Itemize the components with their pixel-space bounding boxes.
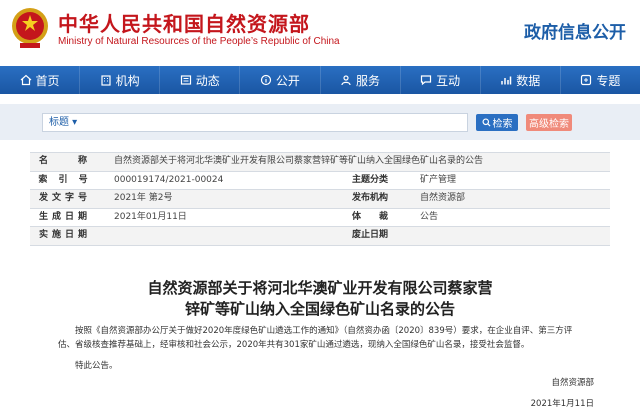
article-title-line: 锌矿等矿山纳入全国绿色矿山名录的公告 <box>184 300 455 318</box>
building-icon <box>100 74 112 86</box>
meta-key: 发文字号 <box>38 193 91 203</box>
nav-item-news[interactable]: 动态 <box>160 66 241 94</box>
meta-value <box>402 227 610 245</box>
nav-label: 数据 <box>516 73 541 88</box>
meta-key: 废止日期 <box>351 230 388 240</box>
meta-key: 主题分类 <box>351 174 388 185</box>
article-title: 自然资源部关于将河北华澳矿业开发有限公司蔡家营 锌矿等矿山纳入全国绿色矿山名录的… <box>20 278 620 320</box>
search-button[interactable]: 检索 <box>476 114 518 131</box>
meta-value: 2021年 第2号 <box>114 193 173 203</box>
search-icon <box>481 118 491 127</box>
nav-label: 公开 <box>275 73 300 88</box>
search-button-label: 检索 <box>492 119 513 130</box>
advanced-search-button[interactable]: 高级检索 <box>526 114 572 131</box>
nav-label: 服务 <box>356 73 381 88</box>
chart-icon <box>500 74 512 86</box>
meta-row-doc-number: 发文字号 2021年 第2号 发布机构 自然资源部 <box>30 190 610 209</box>
national-emblem-icon[interactable] <box>10 6 50 50</box>
meta-value <box>100 227 338 245</box>
meta-key: 实施日期 <box>38 230 91 240</box>
news-icon <box>180 74 192 86</box>
section-title[interactable]: 政府信息公开 <box>524 18 626 43</box>
meta-key: 生成日期 <box>38 211 91 222</box>
nav-item-home[interactable]: 首页 <box>0 66 81 94</box>
article-date: 2021年1月11日 <box>530 399 594 409</box>
meta-key: 索 引 号 <box>38 174 92 185</box>
article-body: 按照《自然资源部办公厅关于做好2020年度绿色矿山遴选工作的通知》（自然资办函〔… <box>58 326 573 350</box>
meta-row-generated: 生成日期 2021年01月11日 体 裁 公告 <box>30 209 610 227</box>
site-title-english: Ministry of Natural Resources of the Peo… <box>58 36 340 47</box>
meta-row-index: 索 引 号 000019174/2021-00024 主题分类 矿产管理 <box>30 172 610 190</box>
site-title[interactable]: 中华人民共和国自然资源部 <box>58 8 310 37</box>
meta-key: 体 裁 <box>351 211 388 222</box>
search-bar: 标题 ▾ 检索 高级检索 <box>0 104 640 140</box>
search-input[interactable] <box>113 115 463 130</box>
article-title-line: 自然资源部关于将河北华澳矿业开发有限公司蔡家营 <box>147 279 493 297</box>
home-icon <box>20 74 32 86</box>
nav-item-interaction[interactable]: 互动 <box>401 66 481 94</box>
nav-label: 机构 <box>115 73 140 88</box>
meta-row-name: 名 称 自然资源部关于将河北华澳矿业开发有限公司蔡家营锌矿等矿山纳入全国绿色矿山… <box>30 153 610 172</box>
article-signature: 自然资源部 <box>551 378 594 388</box>
info-icon <box>260 74 272 86</box>
chat-icon <box>420 74 432 86</box>
search-box: 标题 ▾ <box>42 113 468 132</box>
meta-value: 自然资源部关于将河北华澳矿业开发有限公司蔡家营锌矿等矿山纳入全国绿色矿山名录的公… <box>114 156 484 166</box>
nav-item-data[interactable]: 数据 <box>481 66 561 94</box>
nav-item-disclosure[interactable]: 公开 <box>240 66 321 94</box>
service-icon <box>340 74 352 86</box>
topic-icon <box>580 74 592 86</box>
nav-label: 互动 <box>436 73 461 88</box>
site-header: 中华人民共和国自然资源部 Ministry of Natural Resourc… <box>0 0 640 60</box>
meta-value: 000019174/2021-00024 <box>114 174 224 185</box>
meta-value: 矿产管理 <box>420 174 457 185</box>
document-metadata-table: 名 称 自然资源部关于将河北华澳矿业开发有限公司蔡家营锌矿等矿山纳入全国绿色矿山… <box>30 152 610 246</box>
nav-item-topics[interactable]: 专题 <box>561 66 640 94</box>
nav-label: 动态 <box>195 73 220 88</box>
article-closing: 特此公告。 <box>75 361 118 371</box>
meta-value: 自然资源部 <box>420 193 466 203</box>
nav-item-service[interactable]: 服务 <box>321 66 401 94</box>
meta-row-dates: 实施日期 废止日期 <box>30 227 610 246</box>
nav-item-organization[interactable]: 机构 <box>80 66 161 94</box>
nav-label: 专题 <box>596 73 621 88</box>
meta-value: 2021年01月11日 <box>114 211 187 222</box>
meta-key: 名 称 <box>38 156 91 166</box>
meta-value: 公告 <box>420 211 439 222</box>
main-nav: 首页 机构 动态 公开 服务 互动 数据 专题 <box>0 66 640 94</box>
meta-key: 发布机构 <box>351 193 388 203</box>
nav-label: 首页 <box>35 73 60 88</box>
search-field-select[interactable]: 标题 ▾ <box>45 115 77 130</box>
